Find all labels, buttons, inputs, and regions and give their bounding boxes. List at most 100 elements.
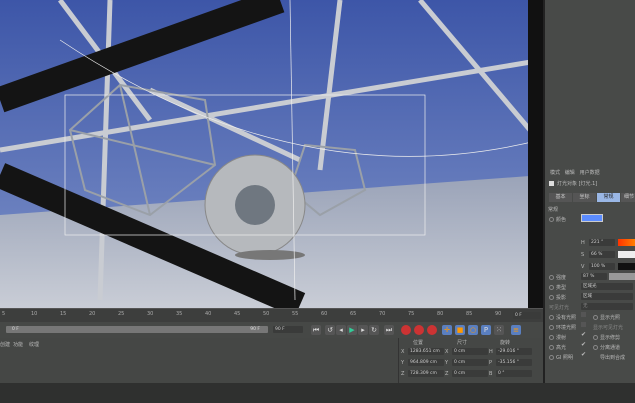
status-bar	[0, 383, 635, 403]
v-label: V	[581, 264, 585, 270]
ambient-label: 环境光照	[556, 325, 577, 331]
visible-light-dropdown[interactable]: 无	[581, 303, 633, 310]
ambient-checkbox[interactable]	[581, 322, 586, 327]
value-slider[interactable]	[618, 263, 635, 270]
v-field[interactable]: 100 %	[589, 263, 615, 270]
3d-viewport[interactable]	[0, 0, 543, 308]
material-manager: 创建 功能 纹理	[0, 340, 398, 383]
end-frame-field[interactable]: 90 F	[273, 326, 303, 333]
size-z-field[interactable]: 0 cm	[452, 370, 488, 377]
rotation-b-label: B	[489, 371, 493, 377]
position-x-label: X	[401, 349, 405, 355]
specular-label: 高光	[556, 345, 567, 351]
timeline-ruler[interactable]: 5 10 15 20 25 30 35 40 45 50 55 60 65 70 75 80 85 90 0 F	[0, 308, 543, 322]
rotation-p-label: P	[489, 360, 493, 366]
show-illumination-label[interactable]: 显示光照	[600, 315, 620, 321]
color-label: 颜色	[556, 217, 567, 223]
menu-mode[interactable]: 模式	[550, 170, 560, 176]
frame-range-slider[interactable]: 0 F 90 F	[6, 326, 268, 333]
size-y-label: Y	[445, 360, 449, 366]
coordinates-manager: 位置 尺寸 旋转 X 1283.651 cm Y 964.809 cm Z 728.309…	[398, 338, 543, 383]
timeline-tick: 15	[60, 311, 67, 317]
menu-edit[interactable]: 编辑	[565, 170, 575, 176]
record-parameter-button[interactable]: P	[481, 325, 491, 335]
size-x-field[interactable]: 0 cm	[452, 348, 488, 355]
rotation-h-label: H	[489, 349, 493, 355]
section-title: 常规	[548, 207, 559, 213]
saturation-slider[interactable]	[618, 251, 635, 258]
previous-frame-button[interactable]: ◂	[336, 325, 346, 335]
timeline-button[interactable]: ≡	[511, 325, 521, 335]
type-dropdown[interactable]: 区域光	[581, 283, 633, 290]
record-pla-button[interactable]: ⁙	[494, 325, 504, 335]
tab-general[interactable]: 常规	[597, 193, 620, 202]
intensity-field[interactable]: 87 %	[581, 273, 607, 280]
show-clipping-label[interactable]: 显示修剪	[600, 335, 620, 341]
go-to-start-button[interactable]: ⏮	[311, 325, 321, 335]
timeline-tick: 70	[379, 311, 386, 317]
record-rotation-button[interactable]: ○	[468, 325, 478, 335]
type-label: 类型	[556, 285, 567, 291]
tab-details[interactable]: 细节	[621, 193, 635, 202]
timeline-tick: 35	[176, 311, 183, 317]
show-visible-light-label[interactable]: 显示可见灯光	[593, 325, 623, 331]
light-object-icon	[549, 181, 554, 186]
timeline-tick: 65	[350, 311, 357, 317]
position-y-field[interactable]: 964.809 cm	[408, 359, 444, 366]
record-scale-button[interactable]: ■	[455, 325, 465, 335]
range-start: 0 F	[12, 327, 19, 332]
h-field[interactable]: 221 °	[589, 239, 615, 246]
menu-user-data[interactable]: 用户数据	[580, 170, 600, 176]
shadow-dropdown[interactable]: 区域	[581, 293, 633, 300]
rotation-header: 旋转	[500, 340, 511, 346]
size-header: 尺寸	[457, 340, 468, 346]
tab-coord[interactable]: 坐标	[573, 193, 596, 202]
gi-checkbox[interactable]: ✔	[581, 351, 586, 358]
position-z-field[interactable]: 728.309 cm	[408, 370, 444, 377]
position-header: 位置	[413, 340, 424, 346]
s-field[interactable]: 66 %	[589, 251, 615, 258]
hue-slider[interactable]	[618, 239, 635, 246]
specular-checkbox[interactable]: ✔	[581, 341, 586, 348]
rotation-h-field[interactable]: -29.016 °	[496, 348, 532, 355]
play-button[interactable]: ▶	[347, 325, 357, 335]
keyframe-selection-button[interactable]	[427, 325, 437, 335]
menu-texture[interactable]: 纹理	[29, 341, 39, 348]
autokey-button[interactable]	[414, 325, 424, 335]
timeline-tick: 75	[408, 311, 415, 317]
record-keys-button[interactable]	[401, 325, 411, 335]
rotation-b-field[interactable]: 0 °	[496, 370, 532, 377]
previous-key-button[interactable]: ↺	[325, 325, 335, 335]
export-to-compositing-label[interactable]: 导出到合成	[600, 355, 625, 361]
lower-panels: 创建 功能 纹理 位置 尺寸 旋转 X 1283.651 cm Y 964.809 c…	[0, 338, 543, 383]
separate-pass-label[interactable]: 分离通道	[600, 345, 620, 351]
position-x-field[interactable]: 1283.651 cm	[408, 348, 444, 355]
attribute-manager: 模式 编辑 用户数据 灯光对象 [灯光.1] 基本 坐标 常规 细节 常规 颜色…	[543, 0, 635, 383]
timeline-tick: 30	[147, 311, 154, 317]
object-title: 灯光对象 [灯光.1]	[557, 181, 598, 187]
timeline-tick: 80	[437, 311, 444, 317]
diffuse-label: 漫射	[556, 335, 567, 341]
tab-basic[interactable]: 基本	[549, 193, 572, 202]
position-z-label: Z	[401, 371, 405, 377]
intensity-label: 强度	[556, 275, 567, 281]
shadow-label: 投影	[556, 295, 567, 301]
current-frame-field[interactable]: 0 F	[513, 312, 541, 319]
timeline-tick: 85	[466, 311, 473, 317]
record-position-button[interactable]: ✛	[442, 325, 452, 335]
diffuse-checkbox[interactable]: ✔	[581, 331, 586, 338]
rotation-p-field[interactable]: -35.156 °	[496, 359, 532, 366]
next-frame-button[interactable]: ▸	[358, 325, 368, 335]
no-illumination-checkbox[interactable]	[581, 312, 586, 317]
go-to-end-button[interactable]: ⏭	[384, 325, 394, 335]
color-swatch[interactable]	[581, 214, 603, 222]
size-x-label: X	[445, 349, 449, 355]
size-y-field[interactable]: 0 cm	[452, 359, 488, 366]
next-key-button[interactable]: ↻	[369, 325, 379, 335]
timeline-tick: 5	[2, 311, 6, 317]
timeline-tick: 60	[321, 311, 328, 317]
menu-function[interactable]: 功能	[13, 341, 23, 348]
intensity-slider[interactable]	[609, 273, 635, 280]
menu-create[interactable]: 创建	[0, 341, 10, 348]
timeline-tick: 50	[263, 311, 270, 317]
